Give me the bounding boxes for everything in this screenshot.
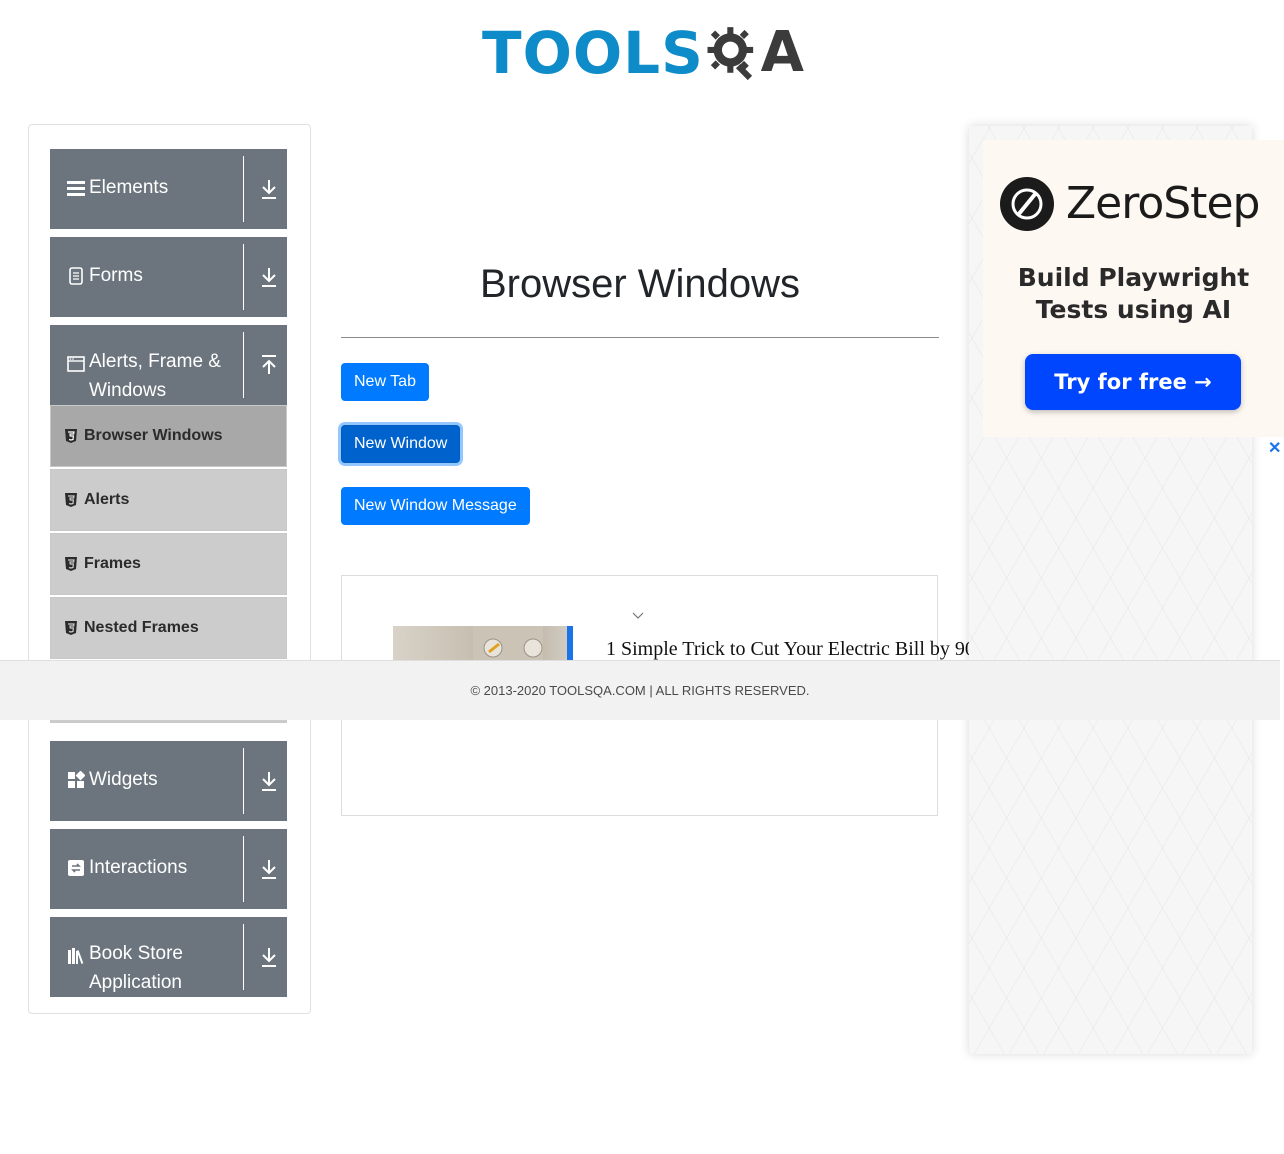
sidebar-group-label: Interactions [89,857,188,878]
new-window-button[interactable]: New Window [341,425,461,463]
gear-magnifier-icon [707,27,754,81]
download-arrow-icon[interactable] [259,770,279,792]
sidebar-item-label: Browser Windows [84,427,223,444]
html5-icon [65,621,77,635]
zerostep-tagline: Build Playwright Tests using AI [1017,263,1250,324]
divider [243,332,244,398]
divider [243,924,244,990]
sidebar-group-widgets[interactable]: Widgets [50,741,287,821]
html5-icon [65,429,77,443]
sidebar-group-elements[interactable]: Elements [50,149,287,229]
chevron-down-icon[interactable] [632,612,644,620]
window-icon [67,356,85,372]
new-window-message-button[interactable]: New Window Message [341,487,530,525]
divider [243,836,244,902]
sidebar-group-interactions[interactable]: Interactions [50,829,287,909]
sidebar-group-label: Forms [89,265,143,286]
outlet-image [473,626,543,662]
sidebar-item-label: Alerts [84,491,130,508]
zerostep-brand: ZeroStep [1066,178,1260,229]
sidebar-group-label: Alerts, Frame & Windows [89,351,221,401]
html5-icon [65,493,77,507]
footer: © 2013-2020 TOOLSQA.COM | ALL RIGHTS RES… [0,660,1280,720]
download-arrow-icon[interactable] [259,858,279,880]
html5-icon [65,557,77,571]
upload-arrow-icon[interactable] [259,354,279,376]
download-arrow-icon[interactable] [259,946,279,968]
title-divider [341,337,939,338]
sidebar-item-browser-windows[interactable]: Browser Windows [50,405,287,467]
sidebar-item-alerts[interactable]: Alerts [50,469,287,531]
sidebar-item-label: Nested Frames [84,619,199,636]
divider [243,156,244,222]
sidebar-group-label: Widgets [89,769,158,790]
sidebar: Elements Forms Alerts, Frame & Windows B… [28,124,311,1014]
download-arrow-icon[interactable] [259,178,279,200]
sidebar-group-label: Elements [89,177,169,198]
zerostep-mark-icon [1011,188,1043,220]
zerostep-logo-icon [1000,177,1054,231]
books-icon [68,948,84,964]
download-arrow-icon[interactable] [259,266,279,288]
logo-text-tools: TOOLS [482,19,704,87]
ad-image[interactable] [393,626,573,662]
sidebar-item-nested-frames[interactable]: Nested Frames [50,597,287,659]
sidebar-group-alerts-frame-windows[interactable]: Alerts, Frame & Windows [50,325,287,405]
divider [243,748,244,814]
divider [243,244,244,310]
sidebar-group-book-store[interactable]: Book Store Application [50,917,287,997]
ad-headline[interactable]: 1 Simple Trick to Cut Your Electric Bill… [606,638,978,661]
ad-accent-bar [567,626,573,662]
sidebar-item-label: Frames [84,555,141,572]
footer-copyright: © 2013-2020 TOOLSQA.COM | ALL RIGHTS RES… [470,683,810,698]
document-icon [69,267,83,285]
toolsqa-logo[interactable]: TOOLS A [482,14,804,92]
interactions-icon [68,860,84,876]
ad-close-icon[interactable]: ✕ [1268,438,1281,458]
new-tab-button[interactable]: New Tab [341,363,429,401]
sidebar-group-label: Book Store Application [89,943,183,993]
menu-icon [67,181,85,196]
sidebar-group-forms[interactable]: Forms [50,237,287,317]
sidebar-item-frames[interactable]: Frames [50,533,287,595]
widgets-icon [68,771,85,788]
logo-text-a: A [760,20,804,85]
page-title: Browser Windows [479,262,801,306]
zerostep-ad-card[interactable]: ZeroStep Build Playwright Tests using AI… [983,140,1284,437]
try-for-free-button[interactable]: Try for free → [1025,354,1241,410]
